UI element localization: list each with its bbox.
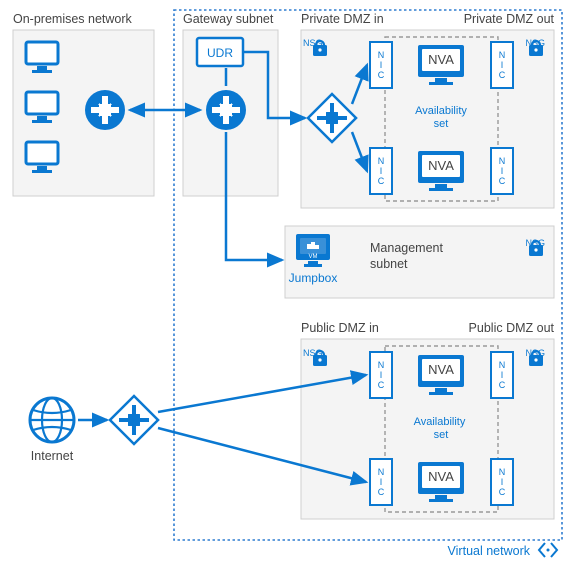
public-dmz-zone: Public DMZ in Public DMZ out NSG NSG Ava… [301, 321, 555, 519]
svg-text:NSG: NSG [303, 348, 323, 358]
load-balancer-icon [110, 396, 158, 444]
nva-label: NVA [428, 52, 454, 67]
svg-text:NVA: NVA [428, 158, 454, 173]
private-nva-2: NIC NVA NIC [370, 148, 513, 194]
vnet-icon [539, 543, 557, 557]
gateway-router-icon [206, 90, 246, 130]
gateway-subnet-label: Gateway subnet [183, 12, 274, 26]
svg-text:NVA: NVA [428, 469, 454, 484]
internet-zone: Internet [30, 396, 158, 463]
onprem-zone: On-premises network [13, 12, 154, 196]
nsg-label: NSG [303, 38, 323, 48]
public-dmz-in-label: Public DMZ in [301, 321, 379, 335]
gateway-subnet-zone: Gateway subnet UDR [183, 12, 278, 196]
onprem-label: On-premises network [13, 12, 133, 26]
jumpbox-label: Jumpbox [289, 271, 338, 285]
router-icon [85, 90, 125, 130]
nsg-label: NSG [525, 38, 545, 48]
private-nva-1: NIC NVA NIC [370, 42, 513, 88]
svg-text:NSG: NSG [525, 238, 545, 248]
private-dmz-in-label: Private DMZ in [301, 12, 384, 26]
udr-label: UDR [207, 46, 233, 60]
public-nva-1: NIC NVA NIC [370, 352, 513, 398]
virtual-network-label: Virtual network [448, 544, 531, 558]
architecture-diagram: VM On-premises network [0, 0, 574, 566]
public-dmz-out-label: Public DMZ out [469, 321, 555, 335]
public-nva-2: NIC NVA NIC [370, 459, 513, 505]
svg-text:NVA: NVA [428, 362, 454, 377]
globe-icon [30, 398, 74, 442]
private-dmz-out-label: Private DMZ out [464, 12, 555, 26]
svg-text:NSG: NSG [525, 348, 545, 358]
internet-label: Internet [31, 449, 74, 463]
management-subnet-zone: Jumpbox Management subnet NSG [285, 226, 554, 298]
private-dmz-zone: Private DMZ in Private DMZ out NSG NSG A… [301, 12, 555, 208]
